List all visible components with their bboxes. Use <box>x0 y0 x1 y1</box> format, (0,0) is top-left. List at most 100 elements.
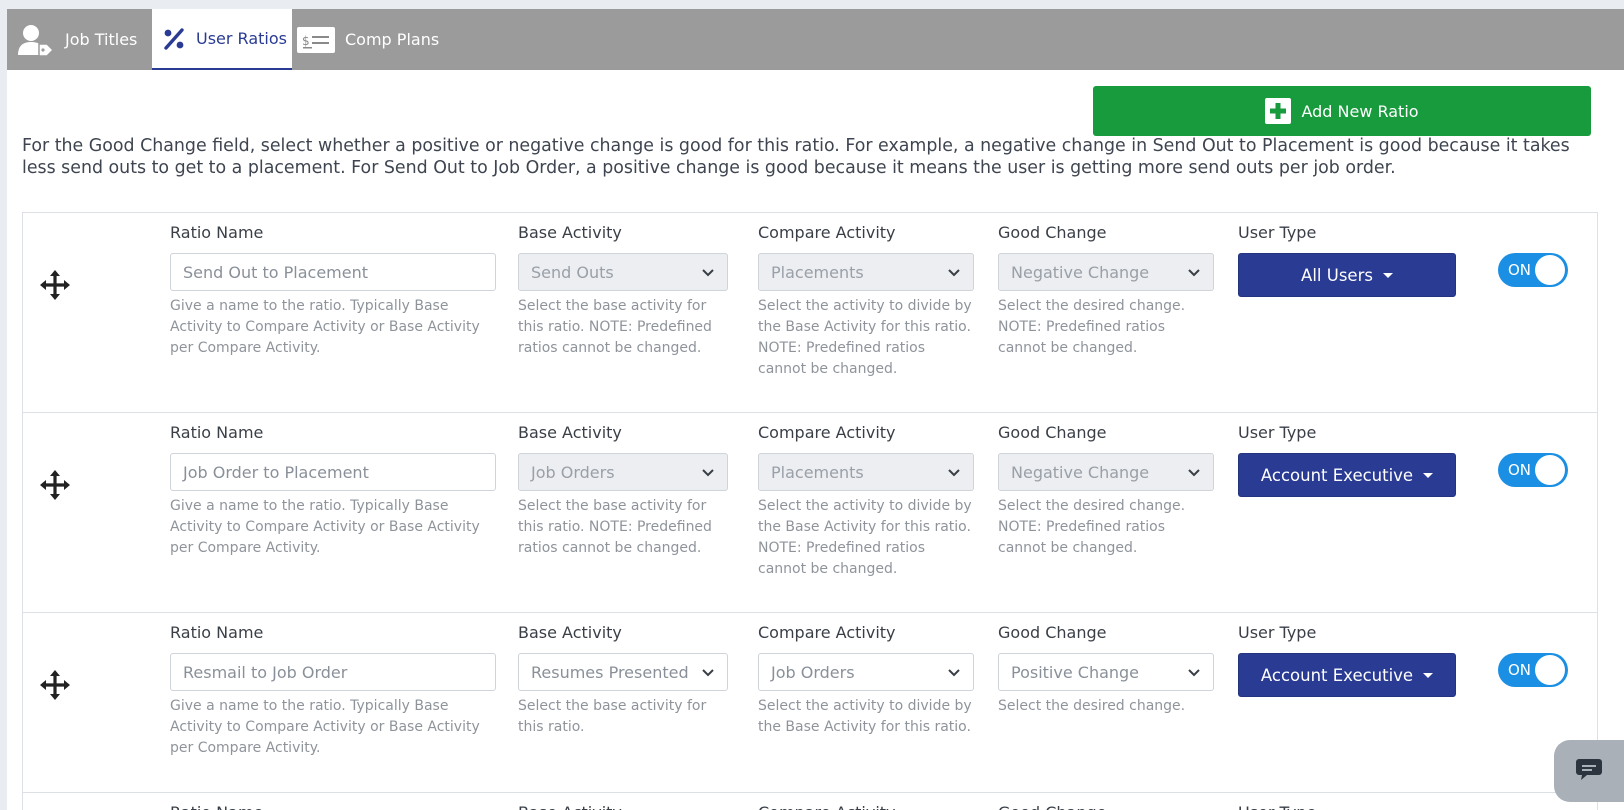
ratio-name-help: Give a name to the ratio. Typically Base… <box>170 498 480 556</box>
chat-widget-button[interactable] <box>1554 740 1624 802</box>
base-activity-select[interactable]: Job Orders <box>518 453 728 491</box>
good-change-select[interactable]: Positive Change <box>998 653 1214 691</box>
svg-text:$: $ <box>302 34 310 48</box>
compare-activity-column: Compare Activity <box>758 803 974 810</box>
compare-activity-select[interactable]: Placements <box>758 453 974 491</box>
chevron-down-icon <box>1187 463 1201 482</box>
tab-job-titles[interactable]: Job Titles <box>7 9 147 70</box>
compare-activity-column: Compare Activity Job Orders Select the a… <box>758 623 974 738</box>
compare-activity-label: Compare Activity <box>758 803 974 810</box>
chevron-down-icon <box>947 663 961 682</box>
chat-bubble-icon <box>1575 757 1603 785</box>
ratio-list: Ratio Name Send Out to Placement Give a … <box>22 212 1598 810</box>
tab-user-ratios[interactable]: User Ratios <box>152 9 292 70</box>
drag-handle-icon[interactable] <box>39 469 71 501</box>
good-change-label: Good Change <box>998 623 1107 642</box>
base-activity-select[interactable]: Send Outs <box>518 253 728 291</box>
user-type-column: User Type <box>1238 803 1456 810</box>
compare-activity-select[interactable]: Job Orders <box>758 653 974 691</box>
user-type-column: User Type Account Executive <box>1238 423 1456 497</box>
base-activity-column: Base Activity Resumes Presented Select t… <box>518 623 728 738</box>
caret-down-icon <box>1423 472 1434 478</box>
chevron-down-icon <box>947 463 961 482</box>
user-type-value: Account Executive <box>1260 665 1414 685</box>
user-type-dropdown[interactable]: All Users <box>1238 253 1456 297</box>
add-new-ratio-button[interactable]: Add New Ratio <box>1093 86 1591 136</box>
user-type-value: All Users <box>1301 265 1373 285</box>
active-toggle[interactable]: ON <box>1498 453 1568 487</box>
compare-activity-value: Placements <box>771 262 864 282</box>
compare-activity-value: Placements <box>771 462 864 482</box>
base-activity-label: Base Activity <box>518 423 622 442</box>
chevron-down-icon <box>947 263 961 282</box>
good-change-select[interactable]: Negative Change <box>998 253 1214 291</box>
toggle-knob <box>1535 655 1565 685</box>
compare-activity-column: Compare Activity Placements Select the a… <box>758 223 974 380</box>
drag-handle-icon[interactable] <box>39 269 71 301</box>
ratio-name-input[interactable]: Resmail to Job Order <box>170 653 496 691</box>
active-toggle[interactable]: ON <box>1498 653 1568 687</box>
base-activity-select[interactable]: Resumes Presented <box>518 653 728 691</box>
good-change-value: Positive Change <box>1011 662 1140 682</box>
ratio-row: Ratio Name Base Activity Compare Activit… <box>23 793 1597 810</box>
base-activity-column: Base Activity Job Orders Select the base… <box>518 423 728 559</box>
app-window: Job Titles User Ratios $ Comp Plans Add … <box>7 9 1624 810</box>
good-change-help: Select the desired change. NOTE: Predefi… <box>998 498 1186 556</box>
ratio-name-label: Ratio Name <box>170 423 264 442</box>
plus-square-icon <box>1265 98 1292 124</box>
good-change-label: Good Change <box>998 423 1107 442</box>
user-type-dropdown[interactable]: Account Executive <box>1238 653 1456 697</box>
toggle-label: ON <box>1508 261 1532 279</box>
caret-down-icon <box>1423 672 1434 678</box>
instructions-text: For the Good Change field, select whethe… <box>22 136 1570 178</box>
tab-comp-plans[interactable]: $ Comp Plans <box>297 9 457 70</box>
money-check-icon: $ <box>297 26 335 53</box>
user-type-label: User Type <box>1238 223 1317 242</box>
base-activity-value: Job Orders <box>531 462 615 482</box>
good-change-label: Good Change <box>998 223 1107 242</box>
toggle-knob <box>1535 255 1565 285</box>
ratio-name-label: Ratio Name <box>170 623 264 642</box>
ratio-row: Ratio Name Send Out to Placement Give a … <box>23 213 1597 413</box>
tab-label: Job Titles <box>65 30 138 49</box>
toggle-knob <box>1535 455 1565 485</box>
user-type-column: User Type All Users <box>1238 223 1456 297</box>
percent-icon <box>162 27 186 51</box>
ratio-name-column: Ratio Name <box>170 803 496 810</box>
good-change-value: Negative Change <box>1011 262 1150 282</box>
user-tag-icon <box>17 24 55 56</box>
user-type-dropdown[interactable]: Account Executive <box>1238 453 1456 497</box>
base-activity-value: Resumes Presented <box>531 662 689 682</box>
good-change-label: Good Change <box>998 803 1214 810</box>
base-activity-label: Base Activity <box>518 623 622 642</box>
base-activity-value: Send Outs <box>531 262 614 282</box>
chevron-down-icon <box>701 663 715 682</box>
base-activity-help: Select the base activity for this ratio.… <box>518 498 712 556</box>
ratio-name-input[interactable]: Job Order to Placement <box>170 453 496 491</box>
tab-label: User Ratios <box>196 29 287 48</box>
add-new-ratio-label: Add New Ratio <box>1301 101 1419 121</box>
chevron-down-icon <box>701 463 715 482</box>
user-type-value: Account Executive <box>1260 465 1414 485</box>
ratio-name-column: Ratio Name Send Out to Placement Give a … <box>170 223 496 359</box>
base-activity-label: Base Activity <box>518 803 728 810</box>
toggle-label: ON <box>1508 661 1532 679</box>
compare-activity-column: Compare Activity Placements Select the a… <box>758 423 974 580</box>
ratio-row: Ratio Name Resmail to Job Order Give a n… <box>23 613 1597 793</box>
good-change-select[interactable]: Negative Change <box>998 453 1214 491</box>
drag-handle-icon[interactable] <box>39 669 71 701</box>
toggle-label: ON <box>1508 461 1532 479</box>
ratio-name-input[interactable]: Send Out to Placement <box>170 253 496 291</box>
ratio-name-column: Ratio Name Resmail to Job Order Give a n… <box>170 623 496 759</box>
user-type-column: User Type Account Executive <box>1238 623 1456 697</box>
chevron-down-icon <box>1187 263 1201 282</box>
active-toggle[interactable]: ON <box>1498 253 1568 287</box>
user-type-label: User Type <box>1238 623 1317 642</box>
compare-activity-label: Compare Activity <box>758 223 896 242</box>
ratio-name-help: Give a name to the ratio. Typically Base… <box>170 698 480 756</box>
ratio-row: Ratio Name Job Order to Placement Give a… <box>23 413 1597 613</box>
base-activity-column: Base Activity Send Outs Select the base … <box>518 223 728 359</box>
user-type-label: User Type <box>1238 423 1317 442</box>
compare-activity-help: Select the activity to divide by the Bas… <box>758 298 972 377</box>
compare-activity-select[interactable]: Placements <box>758 253 974 291</box>
